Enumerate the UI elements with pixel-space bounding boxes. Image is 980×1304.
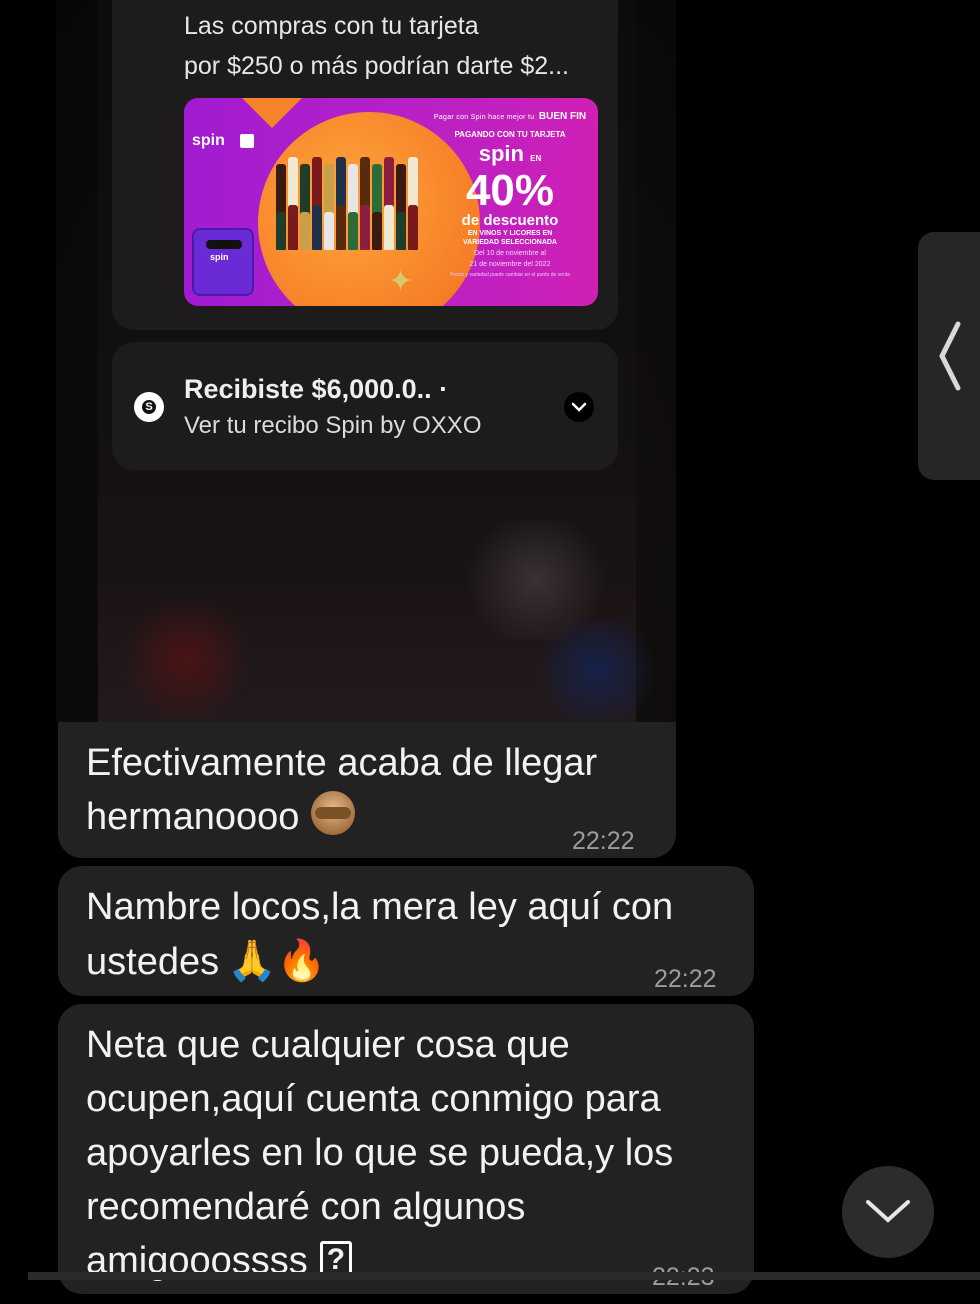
spin-big: spin <box>478 141 524 166</box>
discount-label: de descuento <box>461 212 559 229</box>
side-panel-handle[interactable] <box>918 232 980 480</box>
payment-notification-card: S Recibiste $6,000.0.. · Ver tu recibo S… <box>112 342 618 470</box>
bottle-shape <box>324 212 334 250</box>
fire-icon: 🔥 <box>276 939 327 983</box>
bottom-divider <box>28 1272 980 1280</box>
oxxo-logo-icon <box>240 134 254 148</box>
bottle-shape <box>276 212 286 250</box>
spin-en: EN <box>530 154 542 163</box>
card-mascot-icon: spin <box>192 228 254 296</box>
spin-logo: spin <box>192 132 225 149</box>
bottle-shape <box>372 212 382 250</box>
category-line: EN VINOS Y LICORES EN <box>467 230 553 237</box>
promo-copy: Pagar con Spin hace mejor tu BUEN FIN PA… <box>430 106 590 278</box>
blurred-light <box>456 520 616 640</box>
fine-print: Precio y variedad puede cambiar en el pu… <box>450 272 570 278</box>
message-line: apoyarles en lo que se pueda,y los <box>86 1132 674 1174</box>
blurred-light <box>116 600 256 720</box>
message-bubble[interactable]: Neta que cualquier cosa que ocupen,aquí … <box>58 1004 754 1294</box>
see-no-evil-monkey-icon <box>311 791 356 835</box>
sparkle-icon: ✦ <box>388 265 414 298</box>
scroll-to-bottom-button[interactable] <box>842 1166 934 1258</box>
buen-fin-label: BUEN FIN <box>538 111 587 122</box>
sunglasses-icon <box>206 240 242 249</box>
promo-notification-text: Las compras con tu tarjeta por $250 o má… <box>184 6 604 86</box>
message-line: Efectivamente acaba de llegar <box>86 742 598 784</box>
chevron-down-icon <box>866 1200 910 1223</box>
discount-percent: 40% <box>465 166 555 215</box>
message-line: ustedes <box>86 941 220 983</box>
message-time: 22:22 <box>572 827 635 855</box>
paying-line: PAGANDO CON TU TARJETA <box>454 130 566 139</box>
promo-notification-line: Las compras con tu tarjeta <box>184 12 479 40</box>
date-line: 21 de noviembre del 2022 <box>469 261 551 268</box>
bottle-shape <box>288 205 298 250</box>
folded-hands-icon: 🙏 <box>227 939 277 983</box>
bottle-shape <box>384 205 394 250</box>
bottle-shape <box>408 205 418 250</box>
spin-s-icon: S <box>134 392 164 422</box>
chevron-left-icon <box>939 321 961 391</box>
message-bubble[interactable]: Efectivamente acaba de llegar hermanoooo… <box>58 722 676 858</box>
bottle-shape <box>336 205 346 250</box>
payment-notification-title: Recibiste $6,000.0.. · <box>184 374 449 404</box>
message-bubble[interactable]: Nambre locos,la mera ley aquí con ustede… <box>58 866 754 996</box>
chevron-down-icon <box>564 392 594 422</box>
payment-notification-subtitle: Ver tu recibo Spin by OXXO <box>184 412 482 439</box>
message-line: Nambre locos,la mera ley aquí con <box>86 886 674 928</box>
bottle-shape <box>348 212 358 250</box>
bottle-shape <box>360 205 370 250</box>
mascot-label: spin <box>210 252 229 262</box>
category-line: VARIEDAD SELECCIONADA <box>463 239 557 246</box>
bottle-shape <box>300 212 310 250</box>
bottle-shape <box>396 212 406 250</box>
message-line: hermanoooo <box>86 796 300 838</box>
message-line: recomendaré con algunos <box>86 1186 526 1228</box>
date-line: Del 10 de noviembre al <box>474 250 546 257</box>
banner-triangle <box>242 98 302 128</box>
message-line: Neta que cualquier cosa que <box>86 1024 570 1066</box>
message-line: ocupen,aquí cuenta conmigo para <box>86 1078 661 1120</box>
promo-notification-line: por $250 o más podrían darte $2... <box>184 52 569 80</box>
message-time: 22:22 <box>654 965 717 993</box>
promo-tagline: Pagar con Spin hace mejor tu <box>433 114 535 121</box>
bottle-shape <box>312 205 322 250</box>
promo-banner-image: spin spin ✦ Pagar con Spin hace mejor tu… <box>184 98 598 306</box>
